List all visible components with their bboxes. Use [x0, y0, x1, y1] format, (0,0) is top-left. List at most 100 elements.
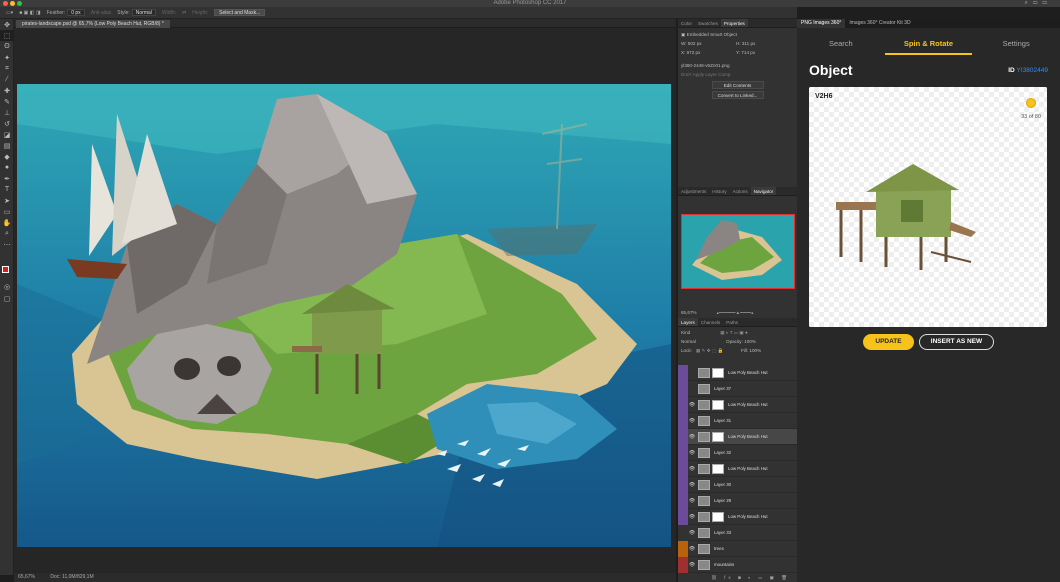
nav-spin-rotate[interactable]: Spin & Rotate	[884, 37, 973, 55]
visibility-eye-icon[interactable]: 👁	[688, 434, 696, 440]
layer-row[interactable]: 👁 Layer 29	[678, 492, 798, 509]
navigator-zoom-value[interactable]: 65,67%	[681, 310, 697, 315]
layer-thumbnail[interactable]	[698, 543, 710, 554]
object-id-link[interactable]: YI3802449	[1017, 67, 1048, 74]
layer-row[interactable]: 👁 trees	[678, 540, 798, 557]
quick-mask-icon[interactable]: ◎	[0, 281, 14, 292]
blur-tool-icon[interactable]: ◆	[0, 151, 14, 162]
layer-mask-thumbnail[interactable]	[712, 463, 724, 474]
visibility-eye-icon[interactable]: 👁	[688, 466, 696, 472]
tab-images-360-creator-kit[interactable]: Images 360° Creator Kit 3D	[845, 19, 914, 28]
layer-row[interactable]: Layer 37	[678, 380, 798, 397]
zoom-readout[interactable]: 65,67%	[18, 574, 35, 580]
select-and-mask-button[interactable]: Select and Mask...	[214, 9, 266, 16]
opacity-value[interactable]: 100%	[744, 339, 756, 344]
layer-row[interactable]: 👁 Low Poly Beach Hut	[678, 508, 798, 525]
tab-png-images-360[interactable]: PNG Images 360°	[797, 19, 846, 28]
nav-settings[interactable]: Settings	[972, 37, 1060, 55]
gradient-tool-icon[interactable]: ▤	[0, 140, 14, 151]
visibility-eye-icon[interactable]: 👁	[688, 546, 696, 552]
layer-row[interactable]: 👁 Low Poly Beach Hut	[678, 396, 798, 413]
layer-row[interactable]: 👁 Low Poly Beach Hut	[678, 460, 798, 477]
tab-properties[interactable]: Properties	[720, 19, 748, 27]
tab-adjustments[interactable]: Adjustments	[678, 187, 709, 195]
insert-as-new-button[interactable]: INSERT AS NEW	[919, 334, 994, 350]
layer-row[interactable]: 👁 Layer 30	[678, 476, 798, 493]
layer-comp-select[interactable]: Don't Apply Layer Comp	[678, 70, 797, 79]
shape-tool-icon[interactable]: ▭	[0, 206, 14, 217]
search-icon[interactable]: ⌕▭▭	[1025, 0, 1053, 7]
magic-wand-tool-icon[interactable]: ✦	[0, 52, 14, 63]
brush-tool-icon[interactable]: ✎	[0, 96, 14, 107]
type-tool-icon[interactable]: T	[0, 184, 14, 195]
width-value[interactable]: W: 502 px	[681, 41, 736, 46]
anti-alias-checkbox[interactable]: Anti-alias	[91, 10, 112, 16]
eraser-tool-icon[interactable]: ◪	[0, 129, 14, 140]
tab-color[interactable]: Color	[678, 19, 695, 27]
lock-icons[interactable]: ▦ ✎ ✥ ⬚ 🔒	[696, 348, 741, 354]
visibility-eye-icon[interactable]: 👁	[688, 482, 696, 488]
beach-hut-preview-image[interactable]	[831, 162, 981, 272]
layer-row[interactable]: 👁 Low Poly Beach Hut	[678, 428, 798, 445]
layer-mask-thumbnail[interactable]	[712, 511, 724, 522]
height-value[interactable]: H: 311 px	[736, 41, 755, 46]
canvas-area[interactable]	[14, 28, 676, 573]
edit-contents-button[interactable]: Edit Contents	[711, 81, 764, 89]
layer-row[interactable]: Low Poly Beach Hut	[678, 364, 798, 381]
tab-layers[interactable]: Layers	[678, 318, 698, 326]
layer-thumbnail[interactable]	[698, 479, 710, 490]
x-value[interactable]: X: 972 px	[681, 50, 736, 55]
selection-mode-icons[interactable]: ■ ▣ ◧ ◨	[19, 10, 40, 16]
filter-kind-select[interactable]: Kind	[681, 330, 690, 335]
object-preview-card[interactable]: V2H6 33 of 80	[809, 87, 1047, 327]
visibility-eye-icon[interactable]: 👁	[688, 402, 696, 408]
y-value[interactable]: Y: 714 px	[736, 50, 755, 55]
zoom-tool-icon[interactable]: ⌕	[0, 228, 14, 239]
crop-tool-icon[interactable]: ⌗	[0, 63, 14, 74]
tab-navigator[interactable]: Navigator	[750, 187, 777, 195]
pen-tool-icon[interactable]: ✒	[0, 173, 14, 184]
layer-row[interactable]: 👁 Layer 32	[678, 444, 798, 461]
tab-paths[interactable]: Paths	[723, 318, 741, 326]
move-tool-icon[interactable]: ✥	[0, 19, 14, 30]
visibility-eye-icon[interactable]: 👁	[688, 562, 696, 568]
tab-history[interactable]: History	[709, 187, 729, 195]
layer-thumbnail[interactable]	[698, 511, 710, 522]
foreground-color-swatch[interactable]	[2, 266, 9, 273]
hand-tool-icon[interactable]: ✋	[0, 217, 14, 228]
layer-mask-thumbnail[interactable]	[712, 399, 724, 410]
convert-to-linked-button[interactable]: Convert to Linked...	[711, 91, 764, 99]
navigator-zoom-slider[interactable]: ▴━━━━━━▲━━━━▴	[717, 310, 754, 316]
document-tab[interactable]: pirates-landscape.psd @ 65,7% (Low Poly …	[16, 20, 170, 28]
layer-thumbnail[interactable]	[698, 399, 710, 410]
path-selection-tool-icon[interactable]: ➤	[0, 195, 14, 206]
blend-mode-select[interactable]: Normal	[681, 339, 726, 344]
marquee-tool-icon[interactable]: ⬚	[0, 30, 14, 41]
visibility-eye-icon[interactable]: 👁	[688, 514, 696, 520]
layer-thumbnail[interactable]	[698, 431, 710, 442]
layer-thumbnail[interactable]	[698, 463, 710, 474]
dodge-tool-icon[interactable]: ●	[0, 162, 14, 173]
layer-row[interactable]: 👁 Layer 33	[678, 524, 798, 541]
style-select[interactable]: Normal	[131, 9, 156, 16]
layer-thumbnail[interactable]	[698, 495, 710, 506]
feather-input[interactable]: 0 px	[67, 9, 85, 16]
fill-value[interactable]: 100%	[749, 348, 761, 353]
visibility-eye-icon[interactable]: 👁	[688, 530, 696, 536]
layer-row[interactable]: 👁 Layer 31	[678, 412, 798, 429]
clone-stamp-tool-icon[interactable]: ⊥	[0, 107, 14, 118]
eyedropper-tool-icon[interactable]: ⁄	[0, 74, 14, 85]
visibility-eye-icon[interactable]: 👁	[688, 450, 696, 456]
layer-mask-thumbnail[interactable]	[712, 431, 724, 442]
layer-actions-bar[interactable]: ⛓ fx ◙ ◐ ▭ ▣ 🗑	[708, 573, 790, 582]
filter-icons[interactable]: ▦ ◐ T ▭ ▣ ●	[720, 330, 748, 336]
layer-thumbnail[interactable]	[698, 367, 710, 378]
tab-channels[interactable]: Channels	[698, 318, 723, 326]
layer-mask-thumbnail[interactable]	[712, 367, 724, 378]
visibility-eye-icon[interactable]: 👁	[688, 418, 696, 424]
layer-thumbnail[interactable]	[698, 383, 710, 394]
nav-search[interactable]: Search	[797, 37, 885, 55]
visibility-eye-icon[interactable]: 👁	[688, 498, 696, 504]
navigator-thumbnail[interactable]	[681, 214, 795, 289]
lasso-tool-icon[interactable]: ʘ	[0, 41, 14, 52]
